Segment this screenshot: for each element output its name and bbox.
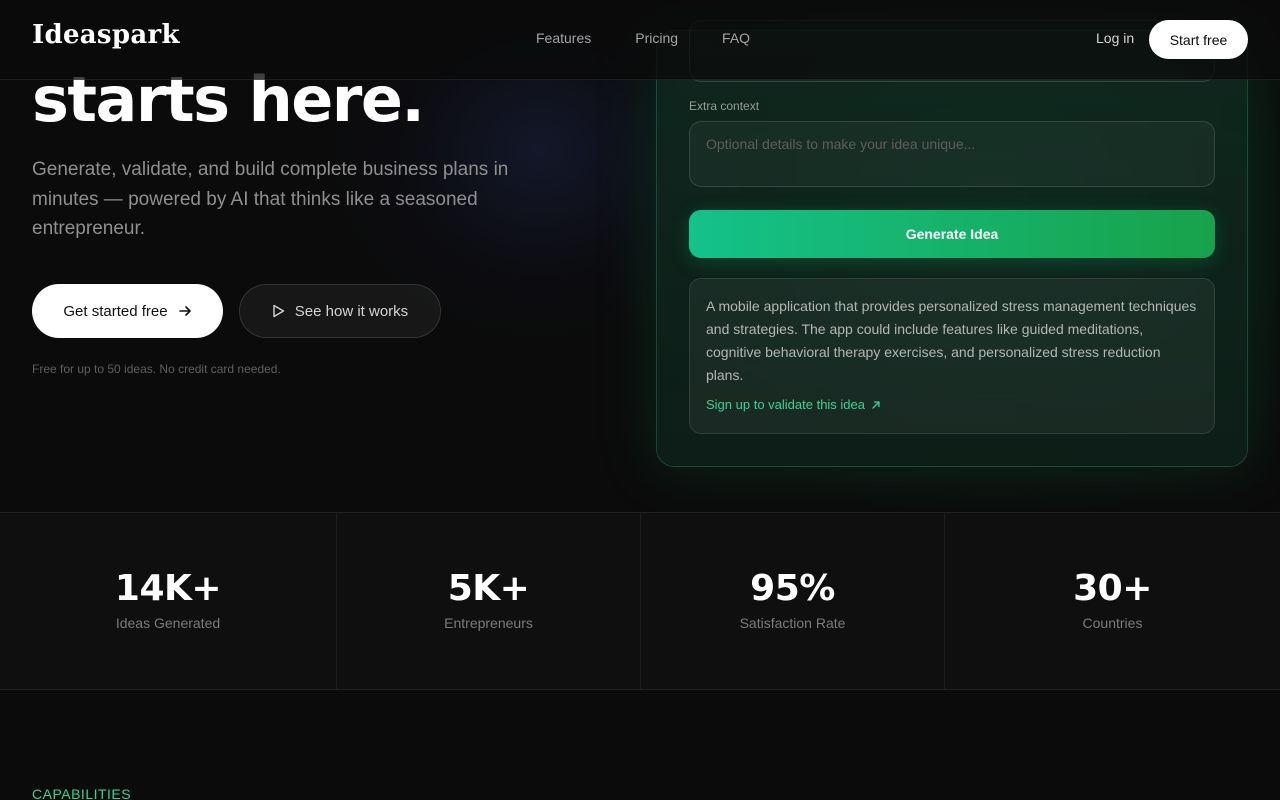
- hero-subtitle: Generate, validate, and build complete b…: [32, 159, 509, 239]
- stat-label: Ideas Generated: [115, 614, 221, 631]
- main-nav: Features Pricing FAQ: [536, 30, 750, 46]
- get-started-button[interactable]: Get started free: [32, 284, 223, 338]
- hero-fineprint: Free for up to 50 ideas. No credit card …: [32, 362, 281, 376]
- stat-label: Countries: [1082, 614, 1143, 631]
- play-icon: [272, 304, 285, 318]
- nav-pricing[interactable]: Pricing: [635, 30, 678, 46]
- nav-faq[interactable]: FAQ: [722, 30, 750, 46]
- arrow-right-icon: [178, 304, 192, 318]
- extra-context-placeholder: Optional details to make your idea uniqu…: [706, 136, 976, 152]
- stat-value: 95%: [750, 567, 835, 609]
- stat-countries: 30+ Countries: [945, 513, 1280, 689]
- validate-idea-link[interactable]: Sign up to validate this idea: [706, 397, 1198, 412]
- extra-context-label: Extra context: [689, 99, 760, 113]
- capabilities-eyebrow: CAPABILITIES: [32, 786, 132, 800]
- stat-label: Entrepreneurs: [444, 614, 533, 631]
- brand-logo[interactable]: Ideaspark: [32, 20, 180, 50]
- stat-label: Satisfaction Rate: [739, 614, 846, 631]
- stat-value: 30+: [1073, 567, 1152, 609]
- arrow-up-right-icon: [871, 400, 881, 410]
- stat-entrepreneurs: 5K+ Entrepreneurs: [337, 513, 641, 689]
- generated-idea-result: A mobile application that provides perso…: [689, 278, 1215, 434]
- nav-features[interactable]: Features: [536, 30, 591, 46]
- generated-idea-text: A mobile application that provides perso…: [706, 298, 1197, 383]
- see-how-it-works-button[interactable]: See how it works: [239, 284, 441, 338]
- start-free-button[interactable]: Start free: [1149, 20, 1248, 59]
- stat-value: 14K+: [114, 567, 222, 609]
- see-how-it-works-label: See how it works: [294, 302, 409, 320]
- stats-bar: 14K+ Ideas Generated 5K+ Entrepreneurs 9…: [0, 512, 1280, 690]
- site-header: Ideaspark Features Pricing FAQ Log in St…: [0, 0, 1280, 80]
- get-started-label: Get started free: [63, 302, 168, 320]
- generate-idea-button[interactable]: Generate Idea: [689, 210, 1215, 258]
- stat-satisfaction-rate: 95% Satisfaction Rate: [641, 513, 945, 689]
- login-link[interactable]: Log in: [1096, 30, 1134, 46]
- extra-context-textarea[interactable]: Optional details to make your idea uniqu…: [689, 121, 1215, 187]
- stat-value: 5K+: [447, 567, 530, 609]
- stat-ideas-generated: 14K+ Ideas Generated: [0, 513, 337, 689]
- validate-idea-link-label: Sign up to validate this idea: [706, 397, 865, 412]
- landing-page: starts here. Generate, validate, and bui…: [0, 0, 1280, 800]
